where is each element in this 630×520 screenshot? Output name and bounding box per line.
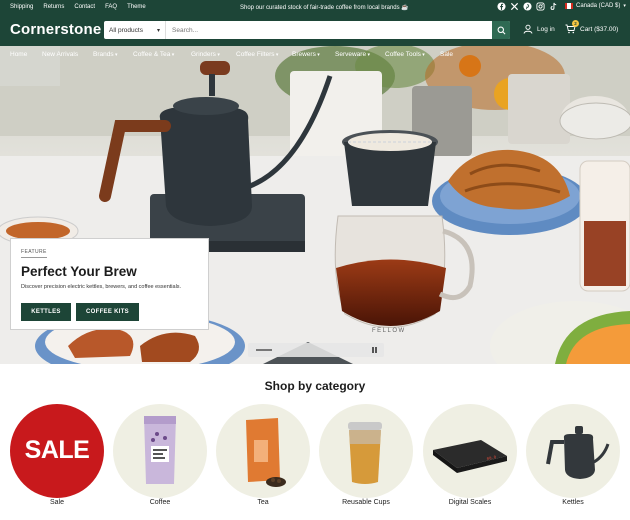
search-bar: All products ▾ — [104, 21, 510, 39]
carafe-brand-text: FELLOW — [372, 328, 406, 334]
pinterest-icon[interactable] — [523, 2, 532, 11]
category-tea[interactable]: Tea — [216, 404, 310, 506]
hero-eyebrow: FEATURE — [21, 249, 47, 258]
category-label: Kettles — [562, 499, 584, 506]
nav-item-new-arrivals[interactable]: New Arrivals — [42, 51, 78, 58]
slide-progress[interactable] — [256, 349, 272, 351]
category-label: Tea — [257, 499, 269, 506]
chevron-down-icon: ▾ — [113, 52, 118, 58]
nav-item-sale[interactable]: Sale — [440, 51, 453, 58]
main-nav: Home New Arrivals Brands ▾ Coffee & Tea … — [0, 46, 630, 64]
faq-link[interactable]: FAQ — [105, 4, 117, 10]
facebook-icon[interactable] — [497, 2, 506, 11]
category-label: Coffee — [149, 499, 171, 506]
promo-text: Shop our curated stock of fair-trade cof… — [240, 5, 409, 11]
tea-pouch-image — [246, 418, 286, 487]
chevron-down-icon: ▾ — [315, 52, 320, 58]
login-label: Log in — [537, 25, 555, 33]
search-category-label: All products — [109, 26, 143, 34]
nav-item-brewers[interactable]: Brewers ▾ — [292, 51, 320, 58]
nav-label: Coffee Tools — [385, 51, 421, 58]
nav-item-grinders[interactable]: Grinders ▾ — [191, 51, 220, 58]
hero-title: Perfect Your Brew — [21, 264, 137, 279]
category-label: Sale — [49, 499, 64, 506]
nav-label: Brands — [93, 51, 114, 58]
category-label: Reusable Cups — [342, 499, 390, 506]
shipping-link[interactable]: Shipping — [10, 4, 33, 10]
nav-label: Brewers — [292, 51, 316, 58]
search-category-select[interactable]: All products ▾ — [104, 21, 166, 39]
x-icon[interactable] — [510, 2, 519, 11]
kettle-image — [546, 426, 610, 479]
cup-image — [348, 422, 382, 484]
announcement-bar: Shipping Returns Contact FAQ Theme Shop … — [0, 0, 630, 14]
theme-link[interactable]: Theme — [127, 4, 146, 10]
nav-item-coffee-tea[interactable]: Coffee & Tea ▾ — [133, 51, 174, 58]
nav-label: Serveware — [335, 51, 367, 58]
currency-selector[interactable]: Canada (CAD $) ▾ — [565, 3, 626, 9]
site-header: Cornerstone All products ▾ Log in 2 Cart… — [0, 14, 630, 46]
category-image — [319, 404, 413, 498]
hero-description: Discover precision electric kettles, bre… — [21, 284, 182, 290]
chevron-down-icon: ▾ — [420, 52, 425, 58]
user-icon — [523, 24, 533, 34]
nav-label: Coffee Filters — [236, 51, 275, 58]
category-image — [526, 404, 620, 498]
category-reusable-cups[interactable]: Reusable Cups — [319, 404, 413, 506]
nav-label: Coffee & Tea — [133, 51, 171, 58]
slideshow-controls — [248, 343, 384, 357]
chevron-down-icon: ▾ — [170, 52, 175, 58]
chevron-down-icon: ▾ — [156, 27, 160, 34]
chevron-down-icon: ▾ — [366, 52, 370, 58]
canada-flag-icon — [565, 3, 573, 9]
returns-link[interactable]: Returns — [43, 4, 64, 10]
hero-banner: FELLOW FEATURE Perfect Your Brew Discove… — [0, 46, 630, 364]
chevron-down-icon: ▾ — [274, 52, 279, 58]
category-coffee[interactable]: Coffee — [113, 404, 207, 506]
utility-links: Shipping Returns Contact FAQ Theme — [10, 4, 146, 10]
pause-icon[interactable] — [372, 347, 378, 353]
category-digital-scales[interactable]: 00.0 Digital Scales — [423, 404, 517, 506]
coffee-bag-image — [144, 416, 176, 484]
nav-item-coffee-tools[interactable]: Coffee Tools ▾ — [385, 51, 425, 58]
contact-link[interactable]: Contact — [74, 4, 95, 10]
cart-label: Cart ($37.00) — [580, 25, 619, 33]
nav-item-coffee-filters[interactable]: Coffee Filters ▾ — [236, 51, 278, 58]
category-sale[interactable]: SALE Sale — [10, 404, 104, 506]
currency-label: Canada (CAD $) — [576, 3, 621, 9]
search-button[interactable] — [492, 21, 510, 39]
login-link[interactable]: Log in — [523, 24, 555, 34]
category-image: SALE — [10, 404, 104, 498]
chevron-down-icon: ▾ — [215, 52, 220, 58]
tiktok-icon[interactable] — [549, 2, 558, 11]
search-icon — [497, 26, 505, 34]
chevron-down-icon: ▾ — [623, 3, 626, 9]
category-kettles[interactable]: Kettles — [526, 404, 620, 506]
hero-feature-card: FEATURE Perfect Your Brew Discover preci… — [10, 238, 209, 330]
nav-item-serveware[interactable]: Serveware ▾ — [335, 51, 370, 58]
nav-item-home[interactable]: Home — [10, 51, 27, 58]
category-image: 00.0 — [423, 404, 517, 498]
coffee-kits-button[interactable]: COFFEE KITS — [76, 303, 139, 321]
category-label: Digital Scales — [448, 499, 492, 506]
nav-item-brands[interactable]: Brands ▾ — [93, 51, 118, 58]
site-logo[interactable]: Cornerstone — [10, 21, 101, 38]
shop-by-category-title: Shop by category — [264, 379, 366, 393]
sale-badge-text: SALE — [24, 436, 90, 464]
category-image — [113, 404, 207, 498]
kettles-button[interactable]: KETTLES — [21, 303, 71, 321]
cart-count-badge: 2 — [572, 20, 579, 27]
cart-link[interactable]: 2 Cart ($37.00) — [565, 20, 619, 34]
search-input[interactable] — [166, 21, 492, 39]
category-image — [216, 404, 310, 498]
nav-label: Grinders — [191, 51, 216, 58]
scale-image: 00.0 — [433, 440, 507, 473]
social-links — [497, 2, 558, 11]
instagram-icon[interactable] — [536, 2, 545, 11]
